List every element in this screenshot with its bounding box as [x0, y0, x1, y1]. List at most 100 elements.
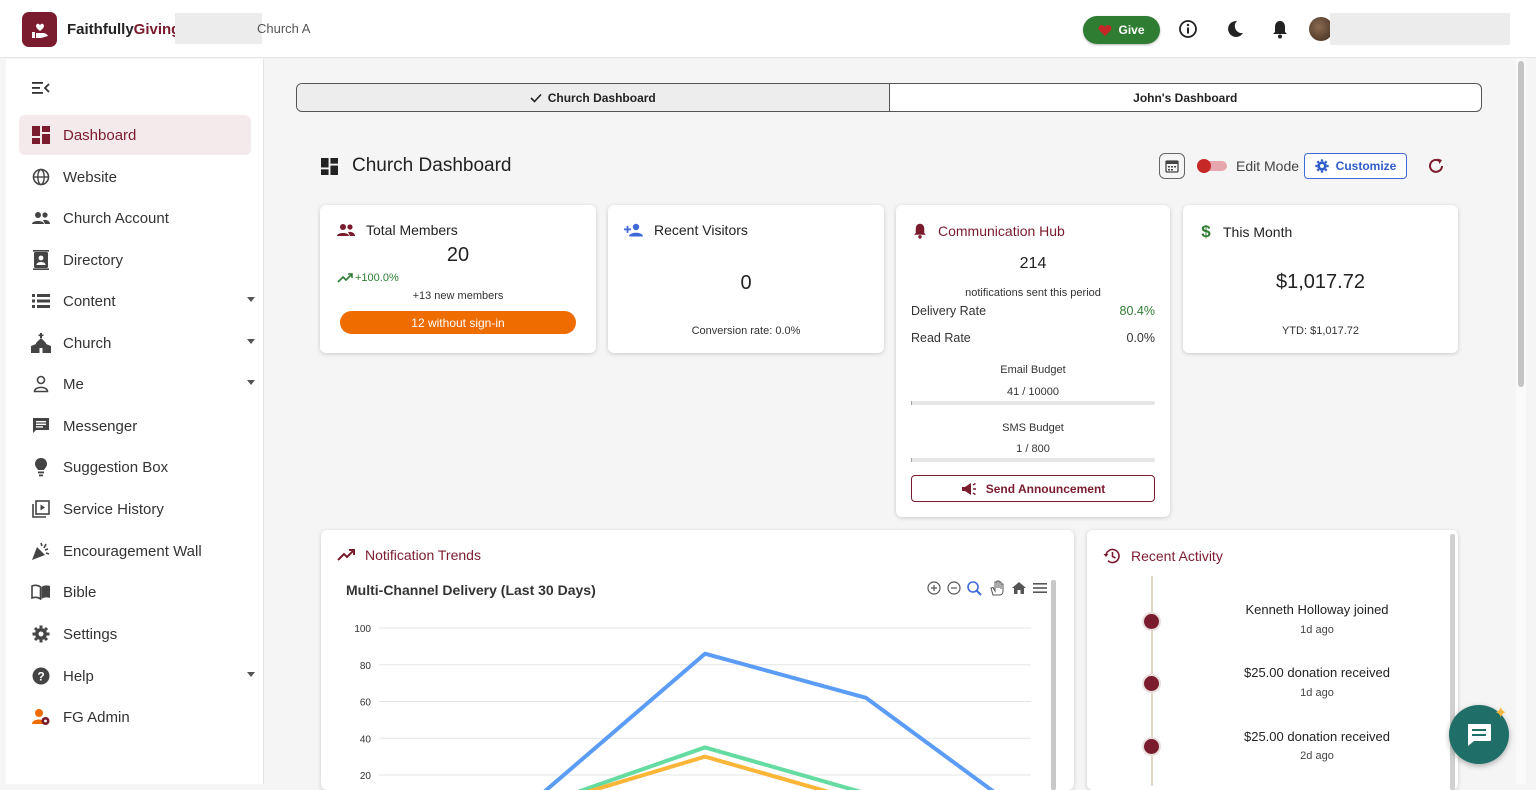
globe-icon [31, 167, 51, 187]
contact-book-icon [31, 250, 51, 270]
send-announcement-button[interactable]: Send Announcement [911, 475, 1155, 502]
help-icon: ? [31, 666, 51, 686]
refresh-icon[interactable] [1426, 156, 1446, 181]
communication-hub-card: Communication Hub 214 notifications sent… [896, 205, 1170, 517]
person-icon [31, 374, 51, 394]
card-header: $ This Month [1199, 222, 1292, 242]
church-name: Church A [257, 21, 310, 36]
activity-text: Kenneth Holloway joined [1217, 602, 1417, 617]
tab-church-dashboard[interactable]: Church Dashboard [297, 84, 890, 111]
card-title: This Month [1223, 224, 1292, 240]
page-title: Church Dashboard [352, 155, 511, 177]
give-button[interactable]: Give [1083, 16, 1160, 44]
new-members-text: +13 new members [320, 290, 596, 302]
this-month-card: $ This Month $1,017.72 YTD: $1,017.72 [1183, 205, 1458, 353]
y-tick-label: 80 [360, 661, 372, 672]
timeline-dot [1142, 737, 1161, 756]
collapse-menu-icon[interactable] [32, 81, 50, 100]
growth-value: +100.0% [355, 272, 399, 284]
sidebar-item-service-history[interactable]: Service History [19, 489, 251, 529]
activity-text: $25.00 donation received [1217, 665, 1417, 680]
activity-time: 2d ago [1217, 750, 1417, 762]
y-tick-label: 100 [354, 624, 371, 635]
card-title: Recent Activity [1131, 548, 1223, 564]
zoom-in-icon[interactable] [926, 580, 942, 596]
sidebar-item-dashboard[interactable]: Dashboard [19, 115, 251, 155]
message-icon [31, 416, 51, 436]
bell-icon [912, 222, 928, 239]
timeline-dot [1142, 674, 1161, 693]
sidebar-item-website[interactable]: Website [19, 157, 251, 197]
sidebar-item-settings[interactable]: Settings [19, 614, 251, 654]
calendar-button[interactable] [1159, 153, 1185, 179]
without-signin-button[interactable]: 12 without sign-in [340, 311, 576, 334]
card-header: Recent Visitors [624, 222, 748, 238]
tab-label: John's Dashboard [1133, 91, 1237, 105]
bell-icon[interactable] [1269, 18, 1291, 40]
activity-time: 1d ago [1217, 624, 1417, 636]
sms-budget-bar [911, 458, 1155, 462]
sidebar-item-label: Service History [63, 501, 164, 518]
pan-hand-icon[interactable] [988, 580, 1006, 596]
customize-button[interactable]: Customize [1304, 153, 1407, 179]
page-header: Church Dashboard [321, 155, 511, 177]
megaphone-icon [961, 482, 977, 496]
person-add-icon [624, 223, 644, 237]
menu-icon[interactable] [1032, 580, 1048, 596]
brand-name: FaithfullyGiving [67, 21, 180, 38]
sidebar-item-help[interactable]: ? Help [19, 656, 251, 696]
tab-johns-dashboard[interactable]: John's Dashboard [890, 84, 1482, 111]
read-rate-row: Read Rate 0.0% [911, 331, 1155, 345]
sidebar-item-directory[interactable]: Directory [19, 240, 251, 280]
magnifier-icon[interactable] [966, 580, 984, 596]
scrollbar-thumb[interactable] [1518, 61, 1524, 387]
customize-label: Customize [1336, 159, 1397, 173]
chevron-down-icon [247, 672, 255, 677]
sidebar-item-label: Me [63, 376, 84, 393]
sidebar-item-label: Help [63, 668, 94, 685]
info-icon[interactable] [1177, 18, 1199, 40]
card-header: Notification Trends [337, 547, 481, 563]
sidebar-item-encouragement-wall[interactable]: Encouragement Wall [19, 531, 251, 571]
total-members-card: Total Members 20 +100.0% +13 new members… [320, 205, 596, 353]
trending-up-icon [337, 273, 353, 283]
series-line [521, 654, 1021, 790]
zoom-out-icon[interactable] [946, 580, 962, 596]
card-title: Recent Visitors [654, 222, 748, 238]
card-title: Total Members [366, 222, 458, 238]
gear-icon [31, 624, 51, 644]
activity-text: $25.00 donation received [1217, 729, 1417, 744]
y-tick-label: 60 [360, 698, 372, 709]
read-rate-value: 0.0% [1127, 331, 1156, 345]
page-scrollbar[interactable] [1516, 59, 1526, 784]
chart-scrollbar[interactable] [1051, 580, 1056, 790]
y-tick-label: 20 [360, 771, 372, 782]
sidebar-item-fg-admin[interactable]: FG Admin [19, 697, 251, 737]
sms-budget-label: SMS Budget [896, 422, 1170, 434]
delivery-rate-label: Delivery Rate [911, 304, 986, 318]
sidebar-item-messenger[interactable]: Messenger [19, 406, 251, 446]
user-menu[interactable] [1330, 13, 1510, 45]
sidebar-item-label: Suggestion Box [63, 459, 168, 476]
edit-mode-toggle[interactable] [1197, 159, 1229, 173]
admin-icon [31, 707, 51, 727]
tab-label: Church Dashboard [548, 91, 656, 105]
home-icon[interactable] [1010, 580, 1028, 596]
chevron-down-icon [247, 380, 255, 385]
sidebar-item-label: Messenger [63, 418, 137, 435]
sidebar-item-suggestion-box[interactable]: Suggestion Box [19, 447, 251, 487]
sidebar-item-bible[interactable]: Bible [19, 572, 251, 612]
heart-hand-icon [29, 19, 51, 41]
sidebar-item-church[interactable]: Church [19, 323, 251, 363]
sidebar-item-me[interactable]: Me [19, 364, 251, 404]
sidebar-item-content[interactable]: Content [19, 281, 251, 321]
dark-mode-icon[interactable] [1224, 18, 1246, 40]
check-icon [530, 93, 542, 103]
card-header: Total Members [336, 222, 458, 238]
email-budget-value: 41 / 10000 [896, 386, 1170, 398]
sms-budget-value: 1 / 800 [896, 443, 1170, 455]
sidebar-item-church-account[interactable]: Church Account [19, 198, 251, 238]
people-icon [336, 223, 356, 237]
recent-visitors-card: Recent Visitors 0 Conversion rate: 0.0% [608, 205, 884, 353]
logo[interactable] [22, 12, 57, 47]
